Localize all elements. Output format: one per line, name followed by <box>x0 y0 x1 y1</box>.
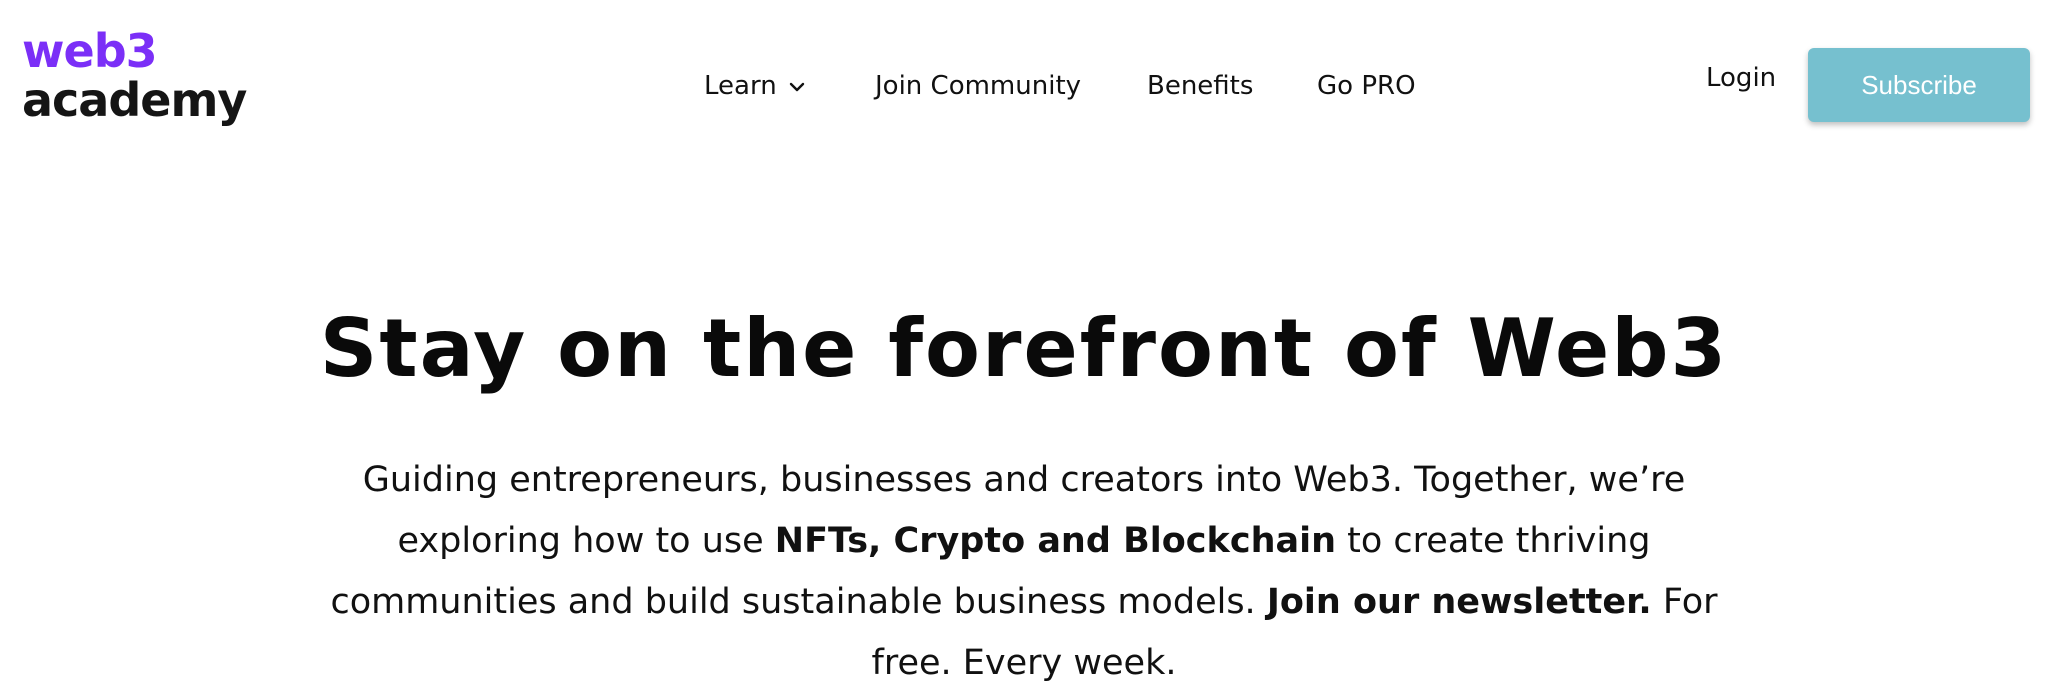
nav-benefits[interactable]: Benefits <box>1147 66 1253 106</box>
hero-description: Guiding entrepreneurs, businesses and cr… <box>324 450 1724 694</box>
login-link[interactable]: Login <box>1706 58 1776 98</box>
hero-text-bold-newsletter: Join our newsletter. <box>1266 582 1652 622</box>
nav-go-pro[interactable]: Go PRO <box>1317 66 1416 106</box>
nav-learn-label: Learn <box>704 71 777 101</box>
nav-learn[interactable]: Learn <box>704 66 805 106</box>
hero-title: Stay on the forefront of Web3 <box>319 302 1729 395</box>
subscribe-button[interactable]: Subscribe <box>1808 48 2030 122</box>
nav-join-community[interactable]: Join Community <box>875 66 1081 106</box>
chevron-down-icon <box>789 82 805 92</box>
hero-text-bold-nfts: NFTs, Crypto and Blockchain <box>774 521 1337 561</box>
